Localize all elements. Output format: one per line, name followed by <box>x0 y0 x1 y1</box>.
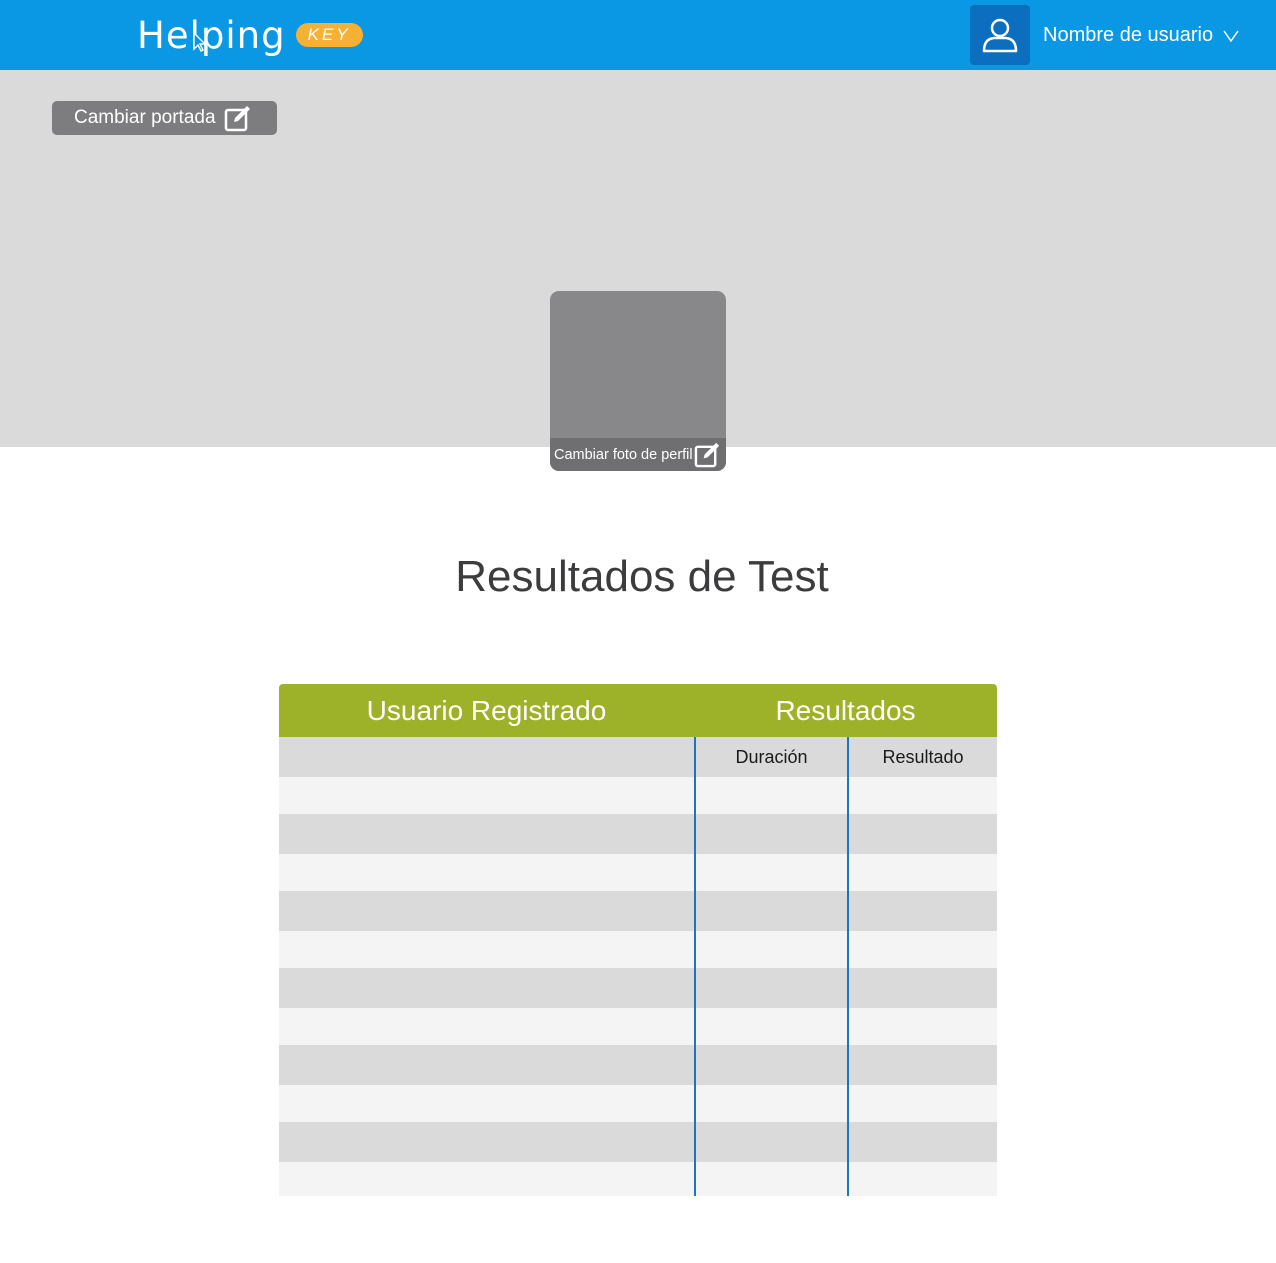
page-title: Resultados de Test <box>455 552 829 601</box>
table-row[interactable] <box>279 1008 997 1045</box>
edit-icon <box>694 442 719 468</box>
result-cell <box>847 931 997 968</box>
profile-photo: Cambiar foto de perfil <box>550 291 726 471</box>
table-subheader: Duración Resultado <box>279 737 997 777</box>
change-cover-label: Cambiar portada <box>74 107 216 128</box>
top-navbar: Helping KEY Nombre de usuario <box>0 0 1276 70</box>
duration-cell <box>694 814 847 854</box>
result-cell <box>847 891 997 931</box>
result-cell <box>847 1122 997 1162</box>
column-header-user: Usuario Registrado <box>366 694 607 726</box>
change-photo-label: Cambiar foto de perfil <box>554 446 693 463</box>
table-row[interactable] <box>279 1122 997 1162</box>
table-body <box>279 777 997 1196</box>
table-row[interactable] <box>279 891 997 931</box>
result-cell <box>847 1008 997 1045</box>
duration-cell <box>694 968 847 1008</box>
result-cell <box>847 777 997 814</box>
duration-cell <box>694 891 847 931</box>
cursor-icon <box>193 32 207 52</box>
user-cell <box>279 1085 694 1122</box>
username-label: Nombre de usuario <box>1043 24 1214 46</box>
column-header-duration: Duración <box>694 737 847 777</box>
table-row[interactable] <box>279 777 997 814</box>
duration-cell <box>694 1085 847 1122</box>
subheader-spacer <box>279 737 694 777</box>
duration-cell <box>694 931 847 968</box>
user-cell <box>279 891 694 931</box>
user-cell <box>279 854 694 891</box>
table-row[interactable] <box>279 854 997 891</box>
duration-cell <box>694 777 847 814</box>
logo-text: Helping <box>137 13 286 57</box>
helping-key-logo[interactable]: Helping KEY <box>137 10 363 60</box>
result-cell <box>847 1085 997 1122</box>
result-cell <box>847 1162 997 1196</box>
table-row[interactable] <box>279 968 997 1008</box>
user-cell <box>279 814 694 854</box>
user-cell <box>279 968 694 1008</box>
table-header: Usuario Registrado Resultados <box>279 684 997 737</box>
duration-cell <box>694 854 847 891</box>
table-row[interactable] <box>279 1045 997 1085</box>
chevron-down-icon <box>1223 30 1239 42</box>
user-cell <box>279 1045 694 1085</box>
change-profile-photo-button[interactable]: Cambiar foto de perfil <box>550 438 726 471</box>
duration-cell <box>694 1008 847 1045</box>
column-header-result: Resultado <box>847 737 997 777</box>
table-row[interactable] <box>279 931 997 968</box>
duration-cell <box>694 1122 847 1162</box>
user-cell <box>279 1008 694 1045</box>
user-menu[interactable]: Nombre de usuario <box>1043 24 1239 47</box>
result-cell <box>847 968 997 1008</box>
table-row[interactable] <box>279 814 997 854</box>
user-avatar-button[interactable] <box>970 5 1030 65</box>
user-cell <box>279 1162 694 1196</box>
result-cell <box>847 814 997 854</box>
results-table: Usuario Registrado Resultados Duración R… <box>279 684 997 1196</box>
table-row[interactable] <box>279 1085 997 1122</box>
duration-cell <box>694 1045 847 1085</box>
result-cell <box>847 854 997 891</box>
column-header-results: Resultados <box>775 694 916 726</box>
change-cover-button[interactable]: Cambiar portada <box>52 101 277 135</box>
logo-badge: KEY <box>295 23 363 47</box>
result-cell <box>847 1045 997 1085</box>
user-cell <box>279 931 694 968</box>
edit-icon <box>224 106 250 132</box>
table-row[interactable] <box>279 1162 997 1196</box>
duration-cell <box>694 1162 847 1196</box>
user-icon <box>982 18 1018 53</box>
user-cell <box>279 777 694 814</box>
user-cell <box>279 1122 694 1162</box>
